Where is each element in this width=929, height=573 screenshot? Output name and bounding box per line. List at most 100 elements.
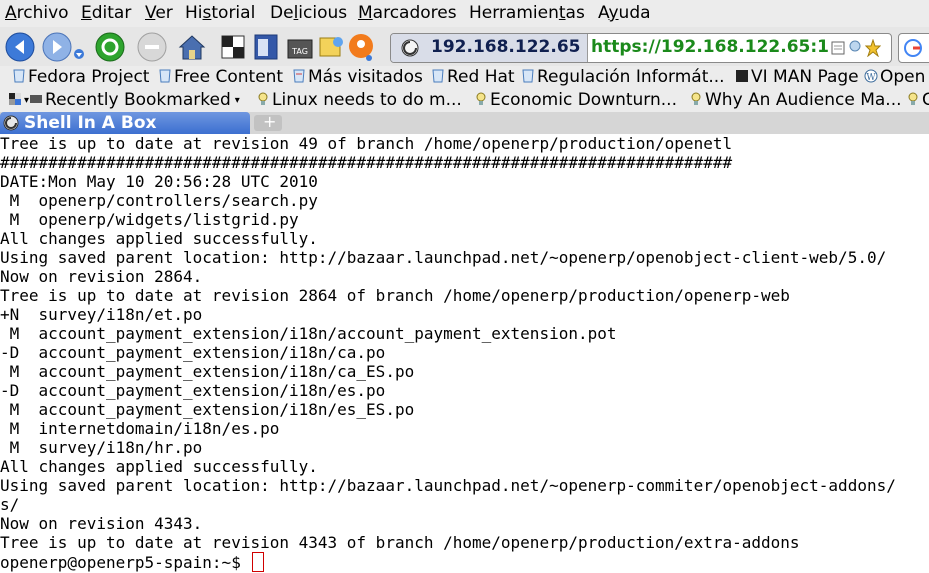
bookmark-label: Why An Audience Ma... xyxy=(705,90,902,110)
bookmark-free-content[interactable]: Free Content xyxy=(158,67,283,87)
bookmark-folder-icon xyxy=(522,69,534,83)
bookmark-open[interactable]: W Open xyxy=(864,67,925,87)
bookmarks-toolbar: Fedora Project Free Content Más visitado… xyxy=(0,66,929,89)
site-identity-icon xyxy=(401,39,419,57)
site-identity-button[interactable]: 192.168.122.65 xyxy=(391,34,588,62)
bookmark-star-icon[interactable] xyxy=(865,39,881,57)
bookmark-label: Regulación Informát... xyxy=(537,67,725,87)
bookmark-label: Economic Downturn... xyxy=(490,90,677,110)
terminal-line: M account_payment_extension/i18n/account… xyxy=(0,324,617,343)
shellinabox-icon xyxy=(3,115,19,131)
menu-ayuda[interactable]: Ayuda xyxy=(598,3,651,23)
recently-bookmarked-menu[interactable]: ▾ Recently Bookmarked ▾ xyxy=(8,90,240,110)
menu-archivo[interactable]: Archivo xyxy=(5,3,69,23)
tag-icon[interactable]: TAG xyxy=(285,32,315,62)
terminal-line: Now on revision 2864. xyxy=(0,267,203,286)
terminal-line: M account_payment_extension/i18n/ca_ES.p… xyxy=(0,362,415,381)
svg-text:TAG: TAG xyxy=(291,47,308,56)
url-text[interactable]: https://192.168.122.65:1 xyxy=(591,37,829,57)
delicious-icon xyxy=(9,93,21,105)
terminal-output: Tree is up to date at revision 49 of bra… xyxy=(0,134,929,552)
home-icon[interactable] xyxy=(177,32,207,62)
screenshot-icon[interactable] xyxy=(218,32,248,62)
new-tab-button[interactable]: + xyxy=(254,112,282,131)
terminal-cursor xyxy=(252,552,265,572)
terminal-line: M account_payment_extension/i18n/es_ES.p… xyxy=(0,400,415,419)
bookmark-label: Linux needs to do m... xyxy=(272,90,462,110)
terminal-line: DATE:Mon May 10 20:56:28 UTC 2010 xyxy=(0,172,318,191)
back-icon[interactable] xyxy=(5,32,35,62)
menu-historial[interactable]: Historial xyxy=(185,3,255,23)
lightbulb-icon xyxy=(908,92,918,105)
search-engine-button[interactable] xyxy=(898,33,929,63)
bookmark-folder-icon xyxy=(13,69,25,83)
menu-herramientas[interactable]: Herramientas xyxy=(469,3,585,23)
bookmark-label: VI MAN Page xyxy=(751,67,859,87)
window-icon[interactable] xyxy=(251,32,281,62)
page-icon xyxy=(736,70,748,82)
lightbulb-icon xyxy=(476,92,486,105)
delicious-icon[interactable] xyxy=(316,32,346,62)
tag-folder-icon xyxy=(30,95,43,103)
menu-bar: Archivo Editar Ver Historial Delicious M… xyxy=(0,0,929,27)
svg-text:W: W xyxy=(866,73,876,83)
feed-icon[interactable] xyxy=(849,40,861,56)
terminal-line: Tree is up to date at revision 49 of bra… xyxy=(0,134,733,153)
terminal-line: M openerp/controllers/search.py xyxy=(0,191,318,210)
terminal-line: Using saved parent location: http://baza… xyxy=(0,248,887,267)
smart-folder-icon xyxy=(293,69,305,83)
terminal-line: Now on revision 4343. xyxy=(0,514,203,533)
terminal-line: +N survey/i18n/et.po xyxy=(0,305,203,324)
tab-shell-in-a-box[interactable]: Shell In A Box xyxy=(0,112,250,134)
lightbulb-icon xyxy=(691,92,701,105)
terminal-line: M openerp/widgets/listgrid.py xyxy=(0,210,299,229)
bookmark-c[interactable]: C xyxy=(906,90,929,110)
page-info-icon[interactable] xyxy=(831,41,845,55)
tab-bar: Shell In A Box + xyxy=(0,112,929,136)
addon-badge-icon[interactable] xyxy=(347,32,377,62)
bookmark-why-an-audience[interactable]: Why An Audience Ma... xyxy=(689,90,902,110)
url-bar[interactable]: 192.168.122.65 https://192.168.122.65:1 xyxy=(390,33,892,63)
bookmark-mas-visitados[interactable]: Más visitados xyxy=(292,67,423,87)
bookmark-label: Free Content xyxy=(174,67,284,87)
terminal-line: All changes applied successfully. xyxy=(0,457,318,476)
google-icon xyxy=(904,39,922,57)
bookmark-economic-downturn[interactable]: Economic Downturn... xyxy=(474,90,677,110)
bookmark-folder-icon xyxy=(159,69,171,83)
forward-history-icon[interactable] xyxy=(72,32,86,62)
bookmark-regulacion[interactable]: Regulación Informát... xyxy=(521,67,725,87)
wordpress-icon: W xyxy=(864,69,878,83)
bookmark-red-hat[interactable]: Red Hat xyxy=(431,67,515,87)
terminal-prompt-line[interactable]: openerp@openerp5-spain:~$ xyxy=(0,552,929,572)
terminal-line: s/ xyxy=(0,495,20,514)
delicious-bookmarks-toolbar: ▾ Recently Bookmarked ▾ Linux needs to do … xyxy=(0,89,929,112)
terminal-line: Tree is up to date at revision 2864 of b… xyxy=(0,286,790,305)
terminal-line: M internetdomain/i18n/es.po xyxy=(0,419,280,438)
chevron-down-icon: ▾ xyxy=(234,95,240,106)
lightbulb-icon xyxy=(258,92,268,105)
stop-icon[interactable] xyxy=(137,32,167,62)
terminal-line: ########################################… xyxy=(0,153,733,172)
terminal[interactable]: Tree is up to date at revision 49 of bra… xyxy=(0,134,929,573)
menu-editar[interactable]: Editar xyxy=(81,3,131,23)
bookmark-fedora[interactable]: Fedora Project xyxy=(12,67,149,87)
navigation-toolbar: TAG 192.168.122.65 https://192.168.122.6… xyxy=(0,27,929,66)
bookmark-label: Open xyxy=(880,67,926,87)
tab-label: Shell In A Box xyxy=(24,113,157,133)
bookmark-label: Recently Bookmarked xyxy=(45,90,231,110)
bookmark-label: C xyxy=(922,90,929,110)
terminal-line: M survey/i18n/hr.po xyxy=(0,438,203,457)
bookmark-linux-needs[interactable]: Linux needs to do m... xyxy=(256,90,462,110)
bookmark-vi-man-page[interactable]: VI MAN Page xyxy=(735,67,859,87)
terminal-line: Using saved parent location: http://baza… xyxy=(0,476,896,495)
menu-delicious[interactable]: Delicious xyxy=(270,3,347,23)
bookmark-label: Fedora Project xyxy=(28,67,150,87)
menu-marcadores[interactable]: Marcadores xyxy=(358,3,457,23)
forward-icon[interactable] xyxy=(42,32,72,62)
terminal-prompt: openerp@openerp5-spain:~$ xyxy=(0,553,251,572)
bookmark-label: Red Hat xyxy=(447,67,515,87)
menu-ver[interactable]: Ver xyxy=(145,3,173,23)
site-identity-label: 192.168.122.65 xyxy=(431,37,581,57)
terminal-line: Tree is up to date at revision 4343 of b… xyxy=(0,533,800,552)
reload-icon[interactable] xyxy=(95,32,125,62)
